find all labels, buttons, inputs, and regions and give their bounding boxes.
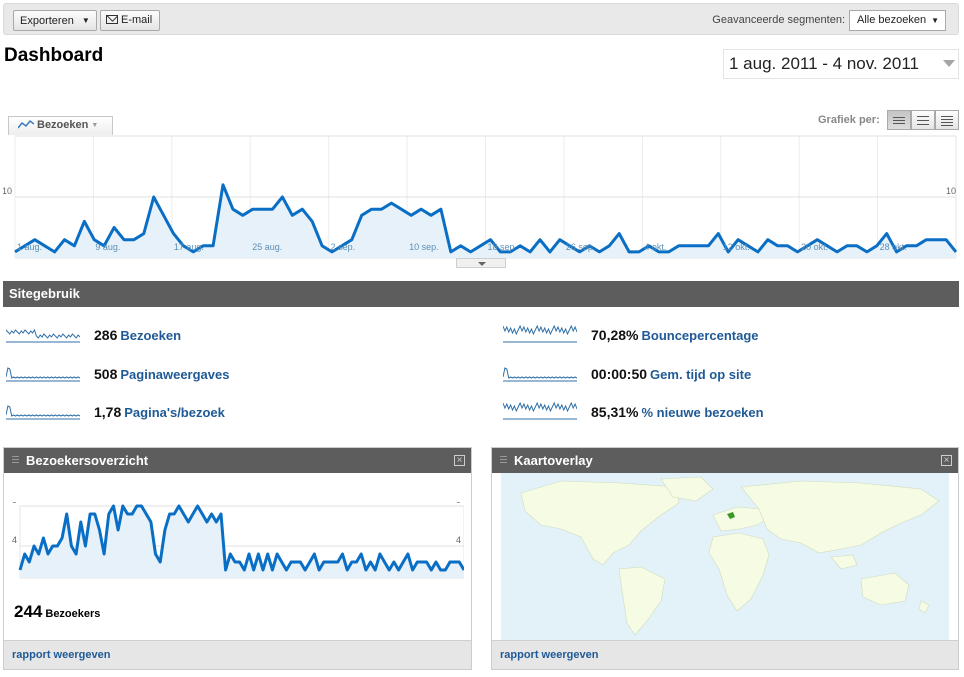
metric-value: 508 Paginaweergaves (94, 366, 230, 382)
metric-label-link[interactable]: Bouncepercentage (641, 328, 758, 343)
export-label: Exporteren (20, 15, 74, 27)
metric-label-link[interactable]: Bezoeken (120, 328, 181, 343)
widget-title: Kaartoverlay (514, 453, 593, 468)
graph-by-label: Grafiek per: (818, 114, 880, 126)
site-usage-header: Sitegebruik (3, 281, 959, 307)
drag-handle-icon[interactable] (500, 456, 507, 465)
email-label: E-mail (121, 14, 153, 26)
x-tick-label: 12 okt. (723, 242, 750, 252)
sparkline-line (503, 324, 577, 336)
visitor-count-label: Bezoekers (45, 608, 101, 620)
sparkline-line (503, 367, 577, 379)
sparkline-line (6, 405, 80, 417)
chevron-down-icon: ▼ (931, 16, 939, 25)
world-map[interactable] (501, 473, 949, 641)
y-tick-label-right: 20 (946, 134, 956, 135)
y-tick-label-right: 9 (456, 502, 461, 505)
widget-title: Bezoekersoverzicht (26, 453, 149, 468)
visitor-count-value: 244 (14, 602, 43, 621)
x-tick-label: 4 okt. (644, 242, 666, 252)
metric-label-link[interactable]: % nieuwe bezoeken (641, 405, 763, 420)
segments-value: Alle bezoeken (857, 14, 927, 26)
view-report-link[interactable]: rapport weergeven (4, 640, 471, 669)
x-tick-label: 18 sep. (488, 242, 518, 252)
sparkline (6, 328, 80, 343)
close-icon[interactable]: × (454, 455, 465, 466)
metric-value: 1,78 Pagina's/bezoek (94, 404, 225, 420)
chevron-down-icon: ▼ (81, 16, 90, 25)
sparkline (6, 367, 80, 382)
metric-value: 70,28% Bouncepercentage (591, 327, 759, 343)
view-month-button[interactable] (935, 110, 959, 130)
metric-value: 00:00:50 Gem. tijd op site (591, 366, 752, 382)
metric-label-link[interactable]: Gem. tijd op site (650, 367, 751, 382)
y-tick-label-right: 10 (946, 186, 956, 196)
y-tick-label-left: 4 (12, 535, 17, 545)
analytics-dashboard: Exporteren ▼ E-mail Geavanceerde segmente… (0, 0, 964, 677)
drag-handle-icon[interactable] (12, 456, 19, 465)
x-tick-label: 2 sep. (331, 242, 356, 252)
map-overlay-widget: Kaartoverlay × rapport weergeven (491, 447, 959, 670)
top-toolbar: Exporteren ▼ E-mail Geavanceerde segmente… (3, 3, 959, 35)
sparkline-line (6, 328, 80, 339)
metric-selector-tab[interactable]: Bezoeken ▼ (8, 116, 113, 135)
sparkline (503, 324, 577, 343)
visitor-count: 244 Bezoekers (14, 602, 100, 622)
segments-label: Geavanceerde segmenten: (712, 14, 845, 26)
x-tick-label: 26 sep. (566, 242, 596, 252)
x-tick-label: 17 aug. (174, 242, 204, 252)
chevron-down-icon (943, 60, 955, 67)
metric-label-link[interactable]: Pagina's/bezoek (124, 405, 225, 420)
view-report-link[interactable]: rapport weergeven (492, 640, 958, 669)
view-day-button[interactable] (887, 110, 911, 130)
metric-value: 286 Bezoeken (94, 327, 182, 343)
mail-icon (106, 15, 118, 24)
world-map-graphic (520, 476, 940, 636)
segments-select[interactable]: Alle bezoeken ▼ (849, 10, 946, 31)
view-week-button[interactable] (911, 110, 935, 130)
y-tick-label-right: 4 (456, 535, 461, 545)
x-tick-label: 20 okt. (801, 242, 828, 252)
page-title: Dashboard (4, 45, 104, 66)
sparkline-line (6, 367, 80, 379)
visitors-overview-widget: Bezoekersoverzicht × 4 4 9 9 244Bezoekers ra… (3, 447, 472, 670)
chevron-down-icon: ▼ (91, 122, 99, 129)
x-tick-label: 1 aug. (17, 242, 42, 252)
sparkline (6, 405, 80, 420)
metric-tab-label: Bezoeken (37, 119, 89, 131)
export-button[interactable]: Exporteren ▼ (13, 10, 97, 31)
visits-chart: 10 10 20 20 1 aug. 9 aug. 17 aug. 25 aug. 2 sep.… (3, 134, 958, 259)
x-tick-label: 9 aug. (95, 242, 120, 252)
date-range-text: 1 aug. 2011 - 4 nov. 2011 (729, 54, 919, 73)
x-tick-label: 10 sep. (409, 242, 439, 252)
widget-header[interactable]: Kaartoverlay × (492, 448, 958, 473)
x-tick-label: 28 okt. (880, 242, 907, 252)
y-tick-label-left: 9 (12, 502, 17, 505)
widget-header[interactable]: Bezoekersoverzicht × (4, 448, 471, 473)
close-icon[interactable]: × (941, 455, 952, 466)
line-chart-icon (17, 119, 35, 129)
metric-value: 85,31%% nieuwe bezoeken (591, 404, 764, 420)
visitors-chart: 4 4 9 9 (12, 502, 464, 579)
y-tick-label-left: 10 (3, 186, 12, 196)
chart-expand-handle[interactable] (456, 258, 506, 268)
date-range-picker[interactable]: 1 aug. 2011 - 4 nov. 2011 (723, 49, 959, 79)
x-tick-label: 25 aug. (252, 242, 282, 252)
sparkline (503, 367, 577, 382)
metric-label-link[interactable]: Paginaweergaves (120, 367, 229, 382)
sparkline (503, 401, 577, 420)
sparkline-line (503, 401, 577, 413)
email-button[interactable]: E-mail (100, 10, 160, 31)
y-tick-label-left: 20 (3, 134, 12, 135)
